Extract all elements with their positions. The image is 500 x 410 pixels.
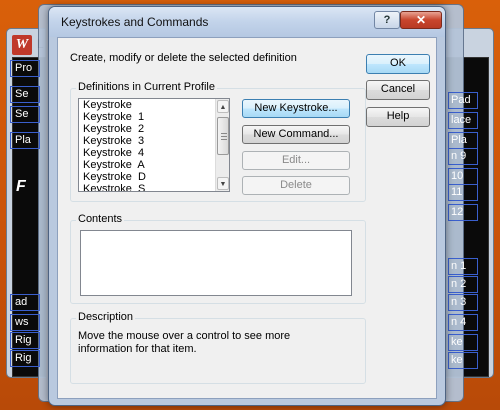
cancel-button[interactable]: Cancel — [366, 80, 430, 100]
intro-text: Create, modify or delete the selected de… — [70, 52, 297, 64]
list-item[interactable]: Keystroke A — [79, 159, 229, 171]
background-cell[interactable]: Pad — [448, 92, 478, 109]
scroll-up-arrow-icon[interactable]: ▲ — [217, 100, 229, 113]
app-logo-icon: W — [12, 35, 32, 55]
contents-textbox[interactable] — [80, 230, 352, 296]
list-item[interactable]: Keystroke D — [79, 171, 229, 183]
keystrokes-commands-dialog: Keystrokes and Commands ? ✕ Create, modi… — [48, 6, 446, 406]
list-item[interactable]: Keystroke S — [79, 183, 229, 191]
title-help-button[interactable]: ? — [374, 11, 400, 29]
edit-button[interactable]: Edit... — [242, 151, 350, 170]
background-cell[interactable]: n 9 — [448, 148, 478, 165]
scroll-down-arrow-icon[interactable]: ▼ — [217, 177, 229, 190]
background-cell[interactable]: Pla — [448, 132, 478, 149]
background-cell[interactable]: ws — [10, 314, 40, 331]
dialog-titlebar[interactable]: Keystrokes and Commands ? ✕ — [49, 7, 445, 37]
list-item[interactable]: Keystroke 3 — [79, 135, 229, 147]
definitions-label: Definitions in Current Profile — [76, 81, 217, 93]
new-command-button[interactable]: New Command... — [242, 125, 350, 144]
background-cell[interactable]: lace — [448, 112, 478, 129]
scrollbar-thumb[interactable] — [217, 117, 229, 155]
list-item[interactable]: Keystroke — [79, 99, 229, 111]
list-item[interactable]: Keystroke 1 — [79, 111, 229, 123]
help-button[interactable]: Help — [366, 107, 430, 127]
background-cell[interactable]: 12 — [448, 204, 478, 221]
background-cell[interactable]: Rig — [10, 332, 40, 349]
background-cell[interactable]: Pro — [10, 60, 40, 77]
background-cell[interactable]: n 1 — [448, 258, 478, 275]
background-cell[interactable]: 11 — [448, 184, 478, 201]
background-cell[interactable]: ad — [10, 294, 40, 311]
background-cell[interactable]: 10 — [448, 168, 478, 185]
definitions-listbox[interactable]: Keystroke Keystroke 1 Keystroke 2 Keystr… — [78, 98, 230, 192]
dialog-client-area: Create, modify or delete the selected de… — [57, 37, 437, 399]
list-item[interactable]: Keystroke 2 — [79, 123, 229, 135]
background-cell[interactable]: Se — [10, 106, 40, 123]
contents-label: Contents — [76, 213, 125, 225]
background-cell[interactable]: ke — [448, 352, 478, 369]
dialog-title: Keystrokes and Commands — [61, 15, 209, 29]
description-text: Move the mouse over a control to see mor… — [78, 330, 291, 355]
background-cell[interactable]: Se — [10, 86, 40, 103]
delete-button[interactable]: Delete — [242, 176, 350, 195]
list-scrollbar[interactable]: ▲ ▼ — [215, 99, 229, 191]
background-cell[interactable]: n 4 — [448, 314, 478, 331]
background-cell[interactable]: Pla — [10, 132, 40, 149]
description-label: Description — [76, 311, 136, 323]
ok-button[interactable]: OK — [366, 54, 430, 74]
background-cell[interactable]: Rig — [10, 350, 40, 367]
background-cell[interactable]: ke — [448, 334, 478, 351]
background-cell[interactable]: n 2 — [448, 276, 478, 293]
close-button[interactable]: ✕ — [400, 11, 442, 29]
background-cell[interactable]: n 3 — [448, 294, 478, 311]
new-keystroke-button[interactable]: New Keystroke... — [242, 99, 350, 118]
background-label: F — [16, 178, 26, 195]
list-item[interactable]: Keystroke 4 — [79, 147, 229, 159]
